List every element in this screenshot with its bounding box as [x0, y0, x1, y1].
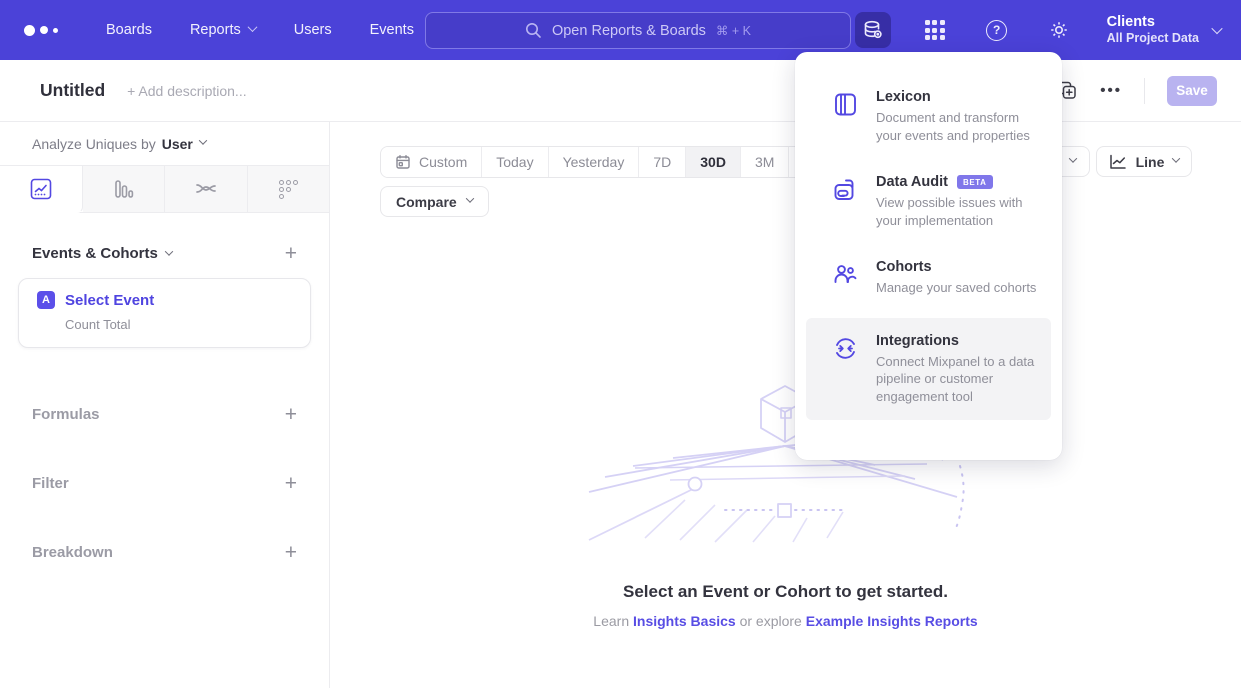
compare-dropdown[interactable]: Compare: [380, 186, 489, 217]
add-breakdown-button[interactable]: +: [285, 542, 297, 563]
chevron-down-icon: [1172, 154, 1180, 162]
line-chart-icon: [1109, 154, 1127, 170]
analyze-label: Analyze Uniques by: [32, 136, 156, 152]
event-aggregation[interactable]: Count Total: [65, 317, 310, 332]
tab-bar-chart[interactable]: [83, 166, 166, 212]
formulas-section-label: Formulas: [32, 406, 100, 423]
range-3m[interactable]: 3M: [741, 147, 789, 177]
nav-reports[interactable]: Reports: [190, 22, 256, 38]
event-letter-badge: A: [37, 291, 55, 309]
search-icon: [525, 22, 542, 39]
cohorts-people-icon: [832, 261, 859, 288]
range-custom[interactable]: Custom: [381, 147, 482, 177]
divider: [1144, 78, 1145, 104]
add-event-button[interactable]: +: [285, 243, 297, 264]
range-yesterday[interactable]: Yesterday: [549, 147, 640, 177]
calendar-icon: [395, 154, 411, 170]
data-management-button[interactable]: [855, 12, 891, 48]
database-gear-icon: [862, 19, 884, 41]
mixpanel-logo[interactable]: [24, 25, 68, 36]
add-filter-button[interactable]: +: [285, 473, 297, 494]
bar-chart-icon: [112, 178, 134, 200]
project-picker[interactable]: Clients All Project Data: [1107, 13, 1221, 47]
apps-grid-button[interactable]: [917, 12, 953, 48]
nav-events[interactable]: Events: [370, 22, 414, 38]
analyze-unit-dropdown[interactable]: User: [162, 136, 206, 152]
menu-item-cohorts[interactable]: Cohorts Manage your saved cohorts: [795, 244, 1062, 312]
query-builder-sidebar: Analyze Uniques by User: [0, 122, 330, 688]
ellipsis-icon: •••: [1100, 82, 1122, 99]
line-chart-icon: [29, 177, 53, 201]
menu-item-data-audit[interactable]: Data Audit BETA View possible issues wit…: [795, 159, 1062, 244]
filter-section-label: Filter: [32, 475, 69, 492]
chevron-down-icon: [465, 194, 473, 202]
chevron-down-icon: [165, 247, 173, 255]
project-name: Clients: [1107, 13, 1199, 31]
select-event-button[interactable]: Select Event: [65, 292, 154, 309]
data-audit-icon: [832, 176, 858, 204]
scatter-dots-icon: [279, 180, 298, 199]
empty-state-subtext: Learn Insights Basics or explore Example…: [330, 613, 1241, 629]
menu-item-lexicon[interactable]: Lexicon Document and transform your even…: [795, 74, 1062, 159]
gear-icon: [1048, 19, 1070, 41]
date-range-control: Custom Today Yesterday 7D 30D 3M 6M: [380, 146, 838, 178]
search-placeholder: Open Reports & Boards: [552, 23, 706, 39]
add-description-field[interactable]: + Add description...: [127, 83, 246, 99]
chart-style-dropdown[interactable]: Line: [1096, 146, 1192, 177]
search-shortcut: ⌘ + K: [716, 23, 751, 38]
help-button[interactable]: ?: [979, 12, 1015, 48]
add-formula-button[interactable]: +: [285, 404, 297, 425]
beta-badge: BETA: [957, 175, 993, 189]
save-button[interactable]: Save: [1167, 76, 1217, 106]
chevron-down-icon: [247, 22, 257, 32]
nav-boards[interactable]: Boards: [106, 22, 152, 38]
empty-state-title: Select an Event or Cohort to get started…: [330, 582, 1241, 602]
tab-flow-chart[interactable]: [165, 166, 248, 212]
data-management-menu: Lexicon Document and transform your even…: [795, 52, 1062, 460]
breakdown-section-label: Breakdown: [32, 544, 113, 561]
events-cohorts-section-toggle[interactable]: Events & Cohorts: [32, 245, 172, 262]
nav-users[interactable]: Users: [294, 22, 332, 38]
range-today[interactable]: Today: [482, 147, 548, 177]
tab-metrics[interactable]: [248, 166, 330, 212]
chevron-down-icon: [199, 136, 207, 144]
grid-icon: [925, 20, 945, 40]
chevron-down-icon: [1211, 23, 1222, 34]
example-insights-reports-link[interactable]: Example Insights Reports: [806, 613, 978, 629]
report-title[interactable]: Untitled: [40, 80, 105, 101]
more-options-button[interactable]: •••: [1100, 82, 1122, 99]
lexicon-book-icon: [832, 91, 859, 118]
top-navigation: Boards Reports Users Events Open Reports…: [0, 0, 1241, 60]
insights-basics-link[interactable]: Insights Basics: [633, 613, 736, 629]
flow-sankey-icon: [194, 177, 218, 201]
event-row-card[interactable]: A Select Event Count Total: [18, 278, 311, 348]
tab-line-chart[interactable]: [0, 166, 83, 213]
menu-item-integrations[interactable]: Integrations Connect Mixpanel to a data …: [806, 318, 1051, 421]
project-scope: All Project Data: [1107, 31, 1199, 47]
global-search-input[interactable]: Open Reports & Boards ⌘ + K: [425, 12, 851, 49]
chevron-down-icon: [1069, 154, 1077, 162]
range-7d[interactable]: 7D: [639, 147, 686, 177]
range-30d[interactable]: 30D: [686, 147, 741, 177]
integrations-sync-icon: [832, 335, 859, 362]
help-icon: ?: [986, 20, 1007, 41]
chart-type-tabs: [0, 165, 329, 213]
settings-button[interactable]: [1041, 12, 1077, 48]
